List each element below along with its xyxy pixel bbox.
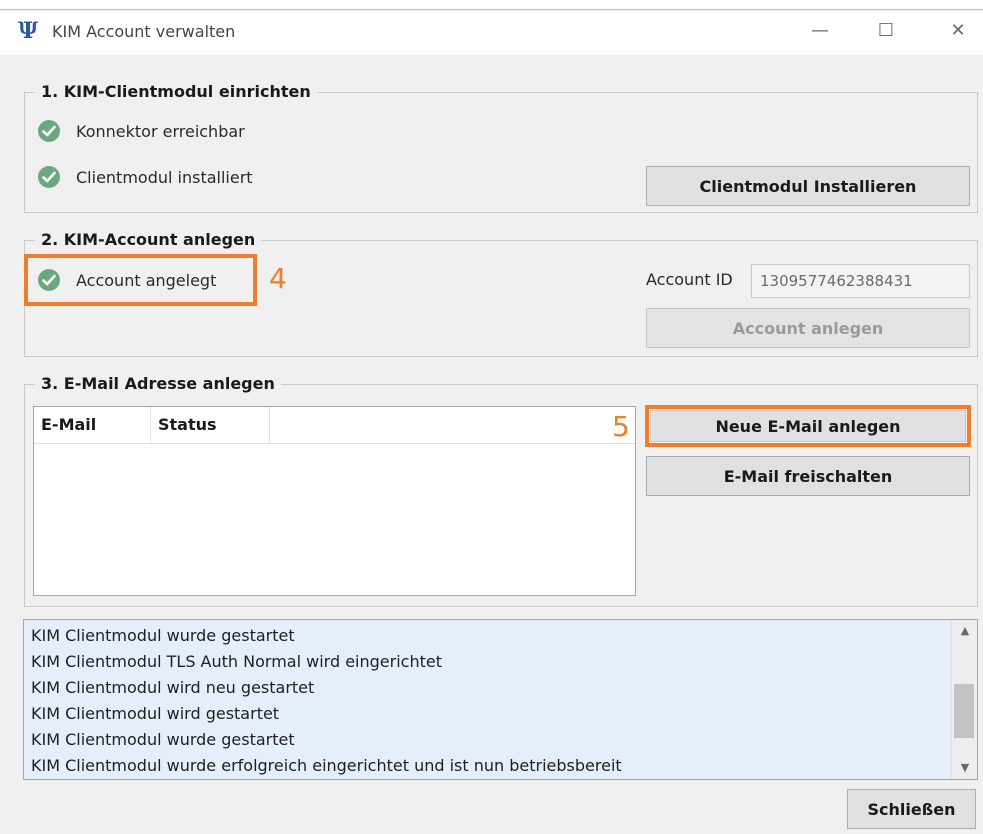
log-line: KIM Clientmodul wird gestartet [31, 704, 280, 723]
log-line: KIM Clientmodul wird neu gestartet [31, 678, 315, 697]
column-header-status[interactable]: Status [151, 407, 270, 444]
maximize-icon[interactable]: ☐ [866, 15, 906, 47]
log-line: KIM Clientmodul wurde gestartet [31, 730, 295, 749]
create-account-button[interactable]: Account anlegen [646, 308, 970, 348]
close-icon[interactable]: ✕ [938, 15, 978, 47]
email-list-header: E-Mail Status [34, 407, 635, 444]
callout-highlight-box [645, 405, 971, 447]
section-clientmodul-title: 1. KIM-Clientmodul einrichten [35, 82, 317, 102]
install-clientmodul-button[interactable]: Clientmodul Installieren [646, 166, 970, 206]
log-line: KIM Clientmodul wurde erfolgreich einger… [31, 756, 622, 775]
status-konnektor-label: Konnektor erreichbar [76, 121, 245, 141]
status-konnektor: Konnektor erreichbar [38, 118, 245, 144]
status-clientmodul: Clientmodul installiert [38, 164, 253, 190]
log-line: KIM Clientmodul TLS Auth Normal wird ein… [31, 652, 442, 671]
callout-number: 5 [612, 410, 630, 443]
scroll-up-icon[interactable]: ▲ [952, 620, 977, 642]
window-top-edge [0, 0, 983, 10]
column-header-email[interactable]: E-Mail [34, 407, 151, 444]
check-circle-icon [38, 120, 60, 142]
callout-number: 4 [269, 262, 287, 295]
email-list[interactable]: E-Mail Status [33, 406, 636, 596]
scroll-down-icon[interactable]: ▼ [952, 757, 977, 779]
window-title: KIM Account verwalten [52, 22, 236, 41]
account-id-field[interactable]: 1309577462388431 [751, 264, 970, 298]
account-id-label: Account ID [646, 270, 733, 289]
section-account-title: 2. KIM-Account anlegen [35, 230, 262, 250]
scroll-thumb[interactable] [954, 684, 974, 738]
status-clientmodul-label: Clientmodul installiert [76, 167, 253, 187]
log-scrollbar[interactable]: ▲ ▼ [951, 620, 977, 779]
title-bar[interactable]: Ψ KIM Account verwalten — ☐ ✕ [0, 11, 983, 55]
log-line: KIM Clientmodul wurde gestartet [31, 626, 295, 645]
log-output[interactable]: KIM Clientmodul wurde gestartet KIM Clie… [23, 619, 978, 780]
activate-email-button[interactable]: E-Mail freischalten [646, 456, 970, 496]
psi-logo-icon: Ψ [17, 18, 39, 44]
section-email-title: 3. E-Mail Adresse anlegen [35, 374, 281, 394]
callout-highlight-box [24, 254, 257, 306]
minimize-icon[interactable]: — [800, 15, 840, 47]
check-circle-icon [38, 166, 60, 188]
close-dialog-button[interactable]: Schließen [847, 789, 976, 829]
kim-account-window: Ψ KIM Account verwalten — ☐ ✕ 1. KIM-Cli… [0, 0, 983, 834]
